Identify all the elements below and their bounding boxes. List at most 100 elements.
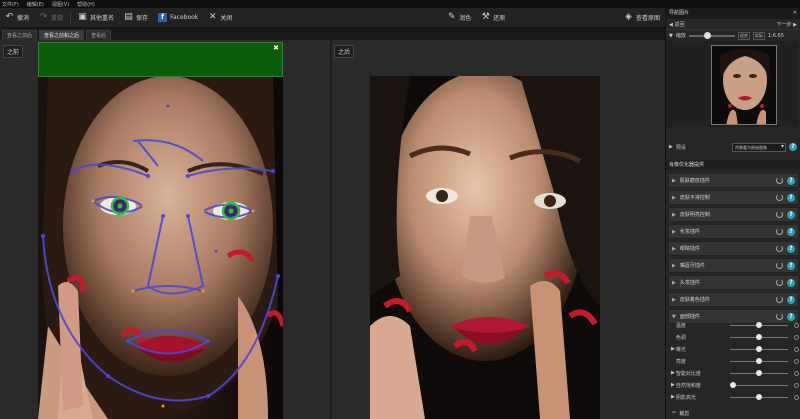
after-photo[interactable] [370, 76, 600, 419]
reset-icon[interactable] [794, 322, 800, 328]
plugin-item-label: 皮肤平滑控制 [679, 195, 710, 201]
help-icon[interactable]: ? [789, 143, 797, 151]
plugin-item[interactable]: ▶ 皮肤明亮控制? [668, 207, 799, 222]
slider-handle[interactable] [755, 345, 762, 352]
close-icon[interactable]: ✖ [273, 44, 279, 52]
plugin-item[interactable]: ▶ 眼睛插件? [668, 241, 799, 256]
slider-row: ▶ 智能对比度 [668, 367, 800, 379]
undo-icon: ↶ [5, 12, 14, 22]
next-button[interactable]: 下一步 ▶ [777, 21, 797, 28]
reset-icon[interactable] [794, 334, 800, 340]
chevron-right-icon[interactable]: ▶ [672, 178, 676, 184]
menu-edit[interactable]: 编辑(E) [27, 1, 44, 8]
adjustment-slider[interactable] [729, 369, 789, 376]
adjustment-slider[interactable] [729, 381, 789, 388]
adjustment-slider[interactable] [729, 333, 789, 340]
adjustment-slider[interactable] [729, 393, 789, 400]
redo-icon: ↷ [39, 12, 48, 22]
fit-button[interactable]: 适合 [737, 31, 750, 40]
slider-handle[interactable] [755, 369, 762, 376]
next-icon: ▶ [791, 21, 797, 28]
chevron-right-icon[interactable]: ▶ [672, 212, 676, 218]
help-icon[interactable]: ? [787, 295, 795, 304]
notification-bar: ✖ [38, 42, 283, 77]
save-as-button[interactable]: ▣ 其他重名 [73, 8, 119, 28]
plugin-item[interactable]: ▶ 皮肤着色插件? [668, 292, 799, 307]
help-icon[interactable]: ? [787, 227, 795, 236]
menu-view[interactable]: 视图(V) [52, 1, 69, 8]
navigator-thumbnail[interactable] [711, 45, 777, 125]
chevron-right-icon[interactable]: ▶ [672, 246, 676, 252]
help-icon[interactable]: ? [787, 210, 795, 219]
power-toggle-icon[interactable] [776, 228, 783, 235]
view-original-button[interactable]: ◈ 查看原图 [619, 8, 665, 28]
pane-divider[interactable] [330, 40, 332, 419]
crop-tool-row[interactable]: ✂ 裁剪 [668, 407, 799, 419]
power-toggle-icon[interactable] [776, 194, 783, 201]
adjustment-slider[interactable] [729, 321, 789, 328]
power-toggle-icon[interactable] [776, 262, 783, 269]
after-portrait-image [370, 76, 600, 419]
restore-button[interactable]: ⚒ 还原 [476, 8, 510, 28]
plugin-item[interactable]: ▶ 肌肤磨皮插件? [668, 173, 799, 188]
help-icon[interactable]: ? [787, 278, 795, 287]
power-toggle-icon[interactable] [776, 296, 783, 303]
slider-handle[interactable] [755, 357, 762, 364]
navigator-header: 导航图片 ✕ [666, 8, 800, 19]
help-icon[interactable]: ? [787, 244, 795, 253]
save-button[interactable]: ▤ 保存 [119, 8, 153, 28]
slider-handle[interactable] [755, 321, 762, 328]
view-tabs: 查看之前后 查看之前和之后 查看后 [0, 28, 665, 40]
power-toggle-icon[interactable] [776, 177, 783, 184]
undo-button[interactable]: ↶ 撤消 [0, 8, 34, 28]
help-icon[interactable]: ? [787, 176, 795, 185]
plugin-item[interactable]: ▶ 皮肤平滑控制? [668, 190, 799, 205]
power-toggle-icon[interactable] [776, 279, 783, 286]
help-icon[interactable]: ? [787, 261, 795, 270]
slider-handle[interactable] [729, 381, 736, 388]
adjustment-slider[interactable] [729, 345, 789, 352]
menu-help[interactable]: 帮助(H) [77, 1, 95, 8]
tab-after[interactable]: 查看后 [86, 30, 112, 40]
close-icon[interactable]: ✕ [793, 8, 797, 19]
actual-size-button[interactable]: 实际 [752, 31, 765, 40]
zoom-slider-handle[interactable] [704, 31, 712, 39]
preset-dropdown[interactable]: 肖像重为原始图像 [732, 142, 786, 152]
slider-label: 阴影高光 [675, 394, 696, 401]
plugin-item[interactable]: ▶ 嘴唇牙插件? [668, 258, 799, 273]
back-button[interactable]: ◀ 返回 [669, 21, 684, 28]
slider-handle[interactable] [755, 333, 762, 340]
plugin-item-label: 皮肤着色插件 [679, 297, 710, 303]
close-button[interactable]: ✕ 关闭 [203, 8, 237, 28]
power-toggle-icon[interactable] [776, 245, 783, 252]
plugin-item[interactable]: ▶ 化妆插件? [668, 224, 799, 239]
reset-icon[interactable] [794, 394, 800, 400]
reset-icon[interactable] [794, 370, 800, 376]
chevron-right-icon[interactable]: ▶ [672, 280, 676, 286]
slider-handle[interactable] [755, 393, 762, 400]
plugin-item[interactable]: ▶ 头发插件? [668, 275, 799, 290]
before-photo[interactable] [38, 76, 283, 419]
save-icon: ▤ [124, 12, 133, 22]
tab-before-after[interactable]: 查看之前后 [2, 30, 38, 40]
reset-icon[interactable] [794, 382, 800, 388]
zoom-collapse-icon[interactable]: ▼ [669, 33, 673, 39]
facebook-icon: f [158, 13, 168, 22]
chevron-right-icon[interactable]: ▶ [672, 297, 676, 303]
slider-label: 色调 [675, 334, 686, 341]
facebook-button[interactable]: f Facebook [153, 8, 203, 28]
reset-icon[interactable] [794, 358, 800, 364]
reset-icon[interactable] [794, 346, 800, 352]
menu-file[interactable]: 文件(F) [2, 1, 19, 8]
preset-expand-icon[interactable]: ▶ [669, 144, 673, 150]
zoom-slider[interactable] [688, 31, 735, 39]
tab-before-and-after[interactable]: 查看之前和之后 [39, 30, 85, 40]
power-toggle-icon[interactable] [776, 211, 783, 218]
chevron-right-icon[interactable]: ▶ [672, 263, 676, 269]
redo-button[interactable]: ↷ 重做 [34, 8, 68, 28]
chevron-right-icon[interactable]: ▶ [672, 229, 676, 235]
color-button[interactable]: ✎ 润色 [442, 8, 476, 28]
adjustment-slider[interactable] [729, 357, 789, 364]
help-icon[interactable]: ? [787, 193, 795, 202]
chevron-right-icon[interactable]: ▶ [672, 195, 676, 201]
